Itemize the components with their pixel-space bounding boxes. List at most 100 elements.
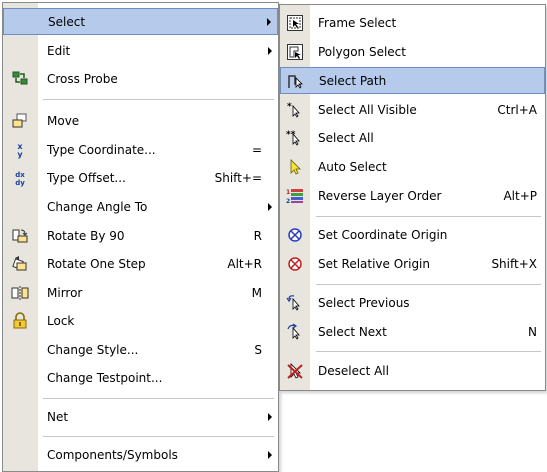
auto-select-icon: [286, 158, 304, 176]
menu-item-rotate-by-90[interactable]: Rotate By 90 R: [3, 222, 278, 249]
svg-text:y: y: [17, 150, 23, 159]
menu-item-label: Change Angle To: [47, 199, 148, 214]
select-path-icon: [287, 72, 305, 90]
menu-item-type-offset[interactable]: dx dy Type Offset... Shift+=: [3, 164, 278, 191]
menu-item-label: Reverse Layer Order: [318, 188, 442, 203]
type-offset-icon: dx dy: [11, 169, 29, 187]
submenu-arrow-icon: [268, 202, 272, 211]
menu-item-label: Select Path: [319, 73, 387, 88]
menu-item-edit[interactable]: Edit: [3, 37, 278, 64]
set-coordinate-origin-icon: [286, 226, 304, 244]
menu-item-lock[interactable]: Lock: [3, 307, 278, 334]
mirror-icon: [11, 284, 29, 302]
menu-item-label: Select: [48, 14, 86, 29]
menu-item-label: Change Style...: [47, 342, 139, 357]
frame-select-icon: [286, 14, 304, 32]
menu-item-shortcut: M: [251, 285, 262, 300]
menu-item-label: Frame Select: [318, 15, 397, 30]
menu-separator: [43, 398, 274, 399]
menu-item-change-style[interactable]: Change Style... S: [3, 336, 278, 363]
menu-item-set-relative-origin[interactable]: Set Relative Origin Shift+X: [280, 250, 545, 277]
menu-item-label: Auto Select: [318, 159, 387, 174]
menu-item-cross-probe[interactable]: Cross Probe: [3, 65, 278, 92]
menu-separator: [43, 99, 274, 100]
menu-item-label: Change Testpoint...: [47, 370, 163, 385]
select-all-icon: **: [286, 129, 304, 147]
svg-text:2: 2: [286, 198, 290, 205]
menu-item-label: Type Offset...: [47, 170, 126, 185]
menu-item-label: Type Coordinate...: [47, 142, 156, 157]
menu-item-label: Rotate One Step: [47, 256, 146, 271]
menu-item-label: Cross Probe: [47, 71, 118, 86]
menu-item-move[interactable]: Move: [3, 107, 278, 134]
menu-item-set-coordinate-origin[interactable]: Set Coordinate Origin: [280, 221, 545, 248]
menu-item-label: Select Previous: [318, 295, 410, 310]
menu-item-label: Edit: [47, 43, 71, 58]
menu-item-shortcut: Alt+R: [227, 256, 262, 271]
submenu-arrow-icon: [268, 412, 272, 421]
menu-item-shortcut: Ctrl+A: [497, 102, 537, 117]
menu-item-label: Lock: [47, 313, 75, 328]
menu-item-label: Net: [47, 409, 69, 424]
menu-item-label: Mirror: [47, 285, 83, 300]
menu-item-frame-select[interactable]: Frame Select: [280, 9, 545, 36]
menu-item-shortcut: N: [528, 324, 537, 339]
menu-item-select-path[interactable]: Select Path: [280, 67, 545, 94]
menu-item-label: Polygon Select: [318, 44, 406, 59]
menu-item-label: Select All Visible: [318, 102, 417, 117]
menu-item-shortcut: R: [253, 228, 262, 243]
menu-item-select-previous[interactable]: Select Previous: [280, 289, 545, 316]
context-menu: Select Edit Cross Probe Move x y Type Co…: [2, 2, 279, 472]
svg-text:*: *: [287, 102, 292, 112]
menu-item-select-all-visible[interactable]: * Select All Visible Ctrl+A: [280, 96, 545, 123]
type-coordinate-icon: x y: [11, 141, 29, 159]
menu-item-shortcut: Shift+=: [214, 170, 262, 185]
select-submenu: Frame Select Polygon Select Select Path …: [279, 4, 546, 391]
menu-item-deselect-all[interactable]: Deselect All: [280, 357, 545, 384]
menu-item-shortcut: S: [254, 342, 262, 357]
menu-item-label: Select Next: [318, 324, 387, 339]
menu-item-select-next[interactable]: Select Next N: [280, 318, 545, 345]
select-next-icon: [286, 323, 304, 341]
polygon-select-icon: [286, 43, 304, 61]
svg-text:dy: dy: [15, 179, 25, 187]
svg-text:1: 1: [286, 189, 290, 196]
menu-item-label: Rotate By 90: [47, 228, 125, 243]
menu-item-change-angle-to[interactable]: Change Angle To: [3, 193, 278, 220]
move-icon: [11, 112, 29, 130]
menu-item-auto-select[interactable]: Auto Select: [280, 153, 545, 180]
submenu-arrow-icon: [268, 450, 272, 459]
menu-item-rotate-one-step[interactable]: Rotate One Step Alt+R: [3, 250, 278, 277]
submenu-arrow-icon: [267, 17, 271, 26]
cross-probe-icon: [11, 70, 29, 88]
select-all-visible-icon: *: [286, 101, 304, 119]
menu-item-shortcut: =: [251, 142, 262, 157]
deselect-all-icon: [286, 362, 304, 380]
menu-item-select[interactable]: Select: [3, 8, 278, 35]
menu-separator: [316, 284, 541, 285]
submenu-arrow-icon: [268, 46, 272, 55]
menu-item-mirror[interactable]: Mirror M: [3, 279, 278, 306]
svg-text:dx: dx: [15, 171, 25, 179]
reverse-layer-order-icon: 1 2: [286, 187, 304, 205]
menu-item-shortcut: Shift+X: [491, 256, 537, 271]
menu-item-label: Set Relative Origin: [318, 256, 430, 271]
menu-item-type-coordinate[interactable]: x y Type Coordinate... =: [3, 136, 278, 163]
menu-item-change-testpoint[interactable]: Change Testpoint...: [3, 364, 278, 391]
menu-item-reverse-layer-order[interactable]: 1 2 Reverse Layer Order Alt+P: [280, 182, 545, 209]
menu-item-label: Set Coordinate Origin: [318, 227, 448, 242]
menu-separator: [43, 436, 274, 437]
menu-item-label: Deselect All: [318, 363, 389, 378]
lock-icon: [11, 311, 29, 330]
menu-item-label: Move: [47, 113, 80, 128]
menu-separator: [316, 351, 541, 352]
menu-item-select-all[interactable]: ** Select All: [280, 124, 545, 151]
menu-separator: [316, 216, 541, 217]
menu-item-label: Components/Symbols: [47, 447, 178, 462]
set-relative-origin-icon: [286, 255, 304, 273]
rotate-by-90-icon: [11, 227, 29, 245]
menu-item-polygon-select[interactable]: Polygon Select: [280, 38, 545, 65]
menu-item-net[interactable]: Net: [3, 403, 278, 430]
select-previous-icon: [286, 294, 304, 312]
menu-item-shortcut: Alt+P: [503, 188, 537, 203]
